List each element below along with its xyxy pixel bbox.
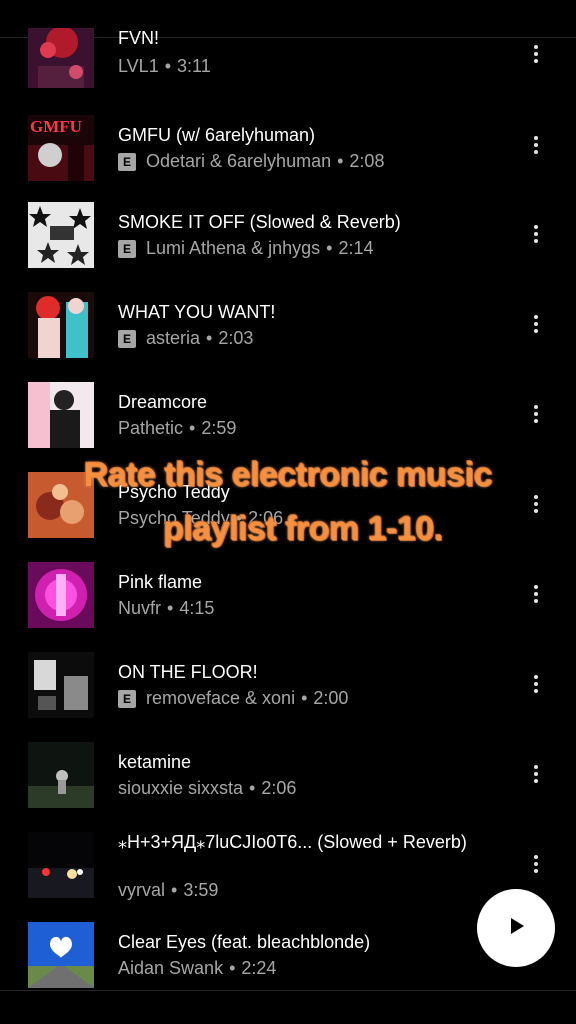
separator: • xyxy=(171,880,178,900)
track-artist: Aidan Swank xyxy=(118,958,224,978)
track-duration: 2:06 xyxy=(261,778,297,798)
explicit-badge: E xyxy=(118,152,136,171)
list-item[interactable]: ketamine siouxxie sixxsta • 2:06 xyxy=(0,742,576,832)
album-art xyxy=(28,652,94,718)
play-button[interactable] xyxy=(477,889,555,967)
track-artist: removeface & xoni xyxy=(146,688,296,708)
track-duration: 2:00 xyxy=(313,688,349,708)
track-duration: 2:24 xyxy=(241,958,277,978)
list-item[interactable]: FVN! LVL1 • 3:11 xyxy=(0,28,576,122)
track-artist: Odetari & 6arelyhuman xyxy=(146,151,332,171)
track-duration: 2:03 xyxy=(218,328,254,348)
more-vert-icon[interactable] xyxy=(526,222,546,246)
album-art xyxy=(28,472,94,538)
track-duration: 3:11 xyxy=(177,56,211,76)
album-art xyxy=(28,28,94,88)
track-duration: 2:06 xyxy=(248,508,284,528)
track-duration: 2:59 xyxy=(201,418,237,438)
track-artist: Psycho Teddy xyxy=(118,508,230,528)
album-art xyxy=(28,742,94,808)
track-meta: vyrval • 3:59 xyxy=(118,880,218,901)
list-item[interactable]: WHAT YOU WANT! E asteria • 2:03 xyxy=(0,292,576,382)
track-duration: 4:15 xyxy=(179,598,215,618)
track-duration: 2:08 xyxy=(349,151,385,171)
list-item[interactable]: ON THE FLOOR! E removeface & xoni • 2:00 xyxy=(0,652,576,742)
track-meta: Aidan Swank • 2:24 xyxy=(118,958,276,979)
track-title: Dreamcore xyxy=(118,392,208,412)
track-title: FVN! xyxy=(118,28,160,48)
separator: • xyxy=(337,151,344,171)
track-artist: asteria xyxy=(146,328,201,348)
album-art xyxy=(28,832,94,898)
track-title: ON THE FLOOR! xyxy=(118,662,258,682)
album-art xyxy=(28,292,94,358)
track-meta: E Odetari & 6arelyhuman • 2:08 xyxy=(118,151,384,172)
track-artist: LVL1 xyxy=(118,56,159,76)
track-meta: E removeface & xoni • 2:00 xyxy=(118,688,348,709)
more-vert-icon[interactable] xyxy=(526,42,546,66)
track-artist: Nuvfr xyxy=(118,598,162,618)
list-item[interactable]: Psycho Teddy Psycho Teddy • 2:06 xyxy=(0,472,576,562)
list-item[interactable]: GMFU GMFU (w/ 6arelyhuman) E Odetari & 6… xyxy=(0,115,576,205)
separator: • xyxy=(189,418,196,438)
track-title: WHAT YOU WANT! xyxy=(118,302,276,322)
track-meta: Pathetic • 2:59 xyxy=(118,418,236,439)
track-duration: 2:14 xyxy=(338,238,374,258)
track-title: ketamine xyxy=(118,752,192,772)
track-meta: LVL1 • 3:11 xyxy=(118,56,211,77)
album-art xyxy=(28,202,94,268)
explicit-badge: E xyxy=(118,689,136,708)
track-meta: E asteria • 2:03 xyxy=(118,328,253,349)
separator: • xyxy=(229,958,236,978)
more-vert-icon[interactable] xyxy=(526,312,546,336)
track-artist: Pathetic xyxy=(118,418,184,438)
track-meta: Nuvfr • 4:15 xyxy=(118,598,214,619)
track-duration: 3:59 xyxy=(183,880,219,900)
track-title: SMOKE IT OFF (Slowed & Reverb) xyxy=(118,212,401,232)
separator: • xyxy=(206,328,213,348)
separator: • xyxy=(301,688,308,708)
bottom-bar xyxy=(0,990,576,1024)
explicit-badge: E xyxy=(118,239,136,258)
separator: • xyxy=(167,598,174,618)
more-vert-icon[interactable] xyxy=(526,762,546,786)
track-title: GMFU (w/ 6arelyhuman) xyxy=(118,125,316,145)
more-vert-icon[interactable] xyxy=(526,133,546,157)
album-art: GMFU xyxy=(28,115,94,181)
more-vert-icon[interactable] xyxy=(526,672,546,696)
track-meta: Psycho Teddy • 2:06 xyxy=(118,508,283,529)
separator: • xyxy=(249,778,256,798)
album-art xyxy=(28,382,94,448)
album-art xyxy=(28,562,94,628)
list-item[interactable]: Dreamcore Pathetic • 2:59 xyxy=(0,382,576,472)
track-artist: siouxxie sixxsta xyxy=(118,778,244,798)
more-vert-icon[interactable] xyxy=(526,492,546,516)
track-title: ⁎H+3+ЯД⁎7luCJIo0T6... (Slowed + Reverb) xyxy=(118,832,467,852)
track-list: FVN! LVL1 • 3:11 GMFU GMFU (w/ 6arelyhum… xyxy=(0,0,576,1024)
separator: • xyxy=(164,56,172,76)
list-item[interactable]: SMOKE IT OFF (Slowed & Reverb) E Lumi At… xyxy=(0,202,576,292)
track-artist: Lumi Athena & jnhygs xyxy=(146,238,321,258)
track-artist: vyrval xyxy=(118,880,166,900)
more-vert-icon[interactable] xyxy=(526,402,546,426)
album-art xyxy=(28,922,94,988)
track-meta: E Lumi Athena & jnhygs • 2:14 xyxy=(118,238,373,259)
track-title: Clear Eyes (feat. bleachblonde) xyxy=(118,932,371,952)
separator: • xyxy=(235,508,243,528)
separator: • xyxy=(326,238,333,258)
track-title: Pink flame xyxy=(118,572,203,592)
album-art-text: GMFU xyxy=(30,117,82,136)
explicit-badge: E xyxy=(118,329,136,348)
play-icon xyxy=(505,915,527,942)
track-title: Psycho Teddy xyxy=(118,482,230,502)
track-meta: siouxxie sixxsta • 2:06 xyxy=(118,778,296,799)
more-vert-icon[interactable] xyxy=(526,852,546,876)
list-item[interactable]: Pink flame Nuvfr • 4:15 xyxy=(0,562,576,652)
more-vert-icon[interactable] xyxy=(526,582,546,606)
